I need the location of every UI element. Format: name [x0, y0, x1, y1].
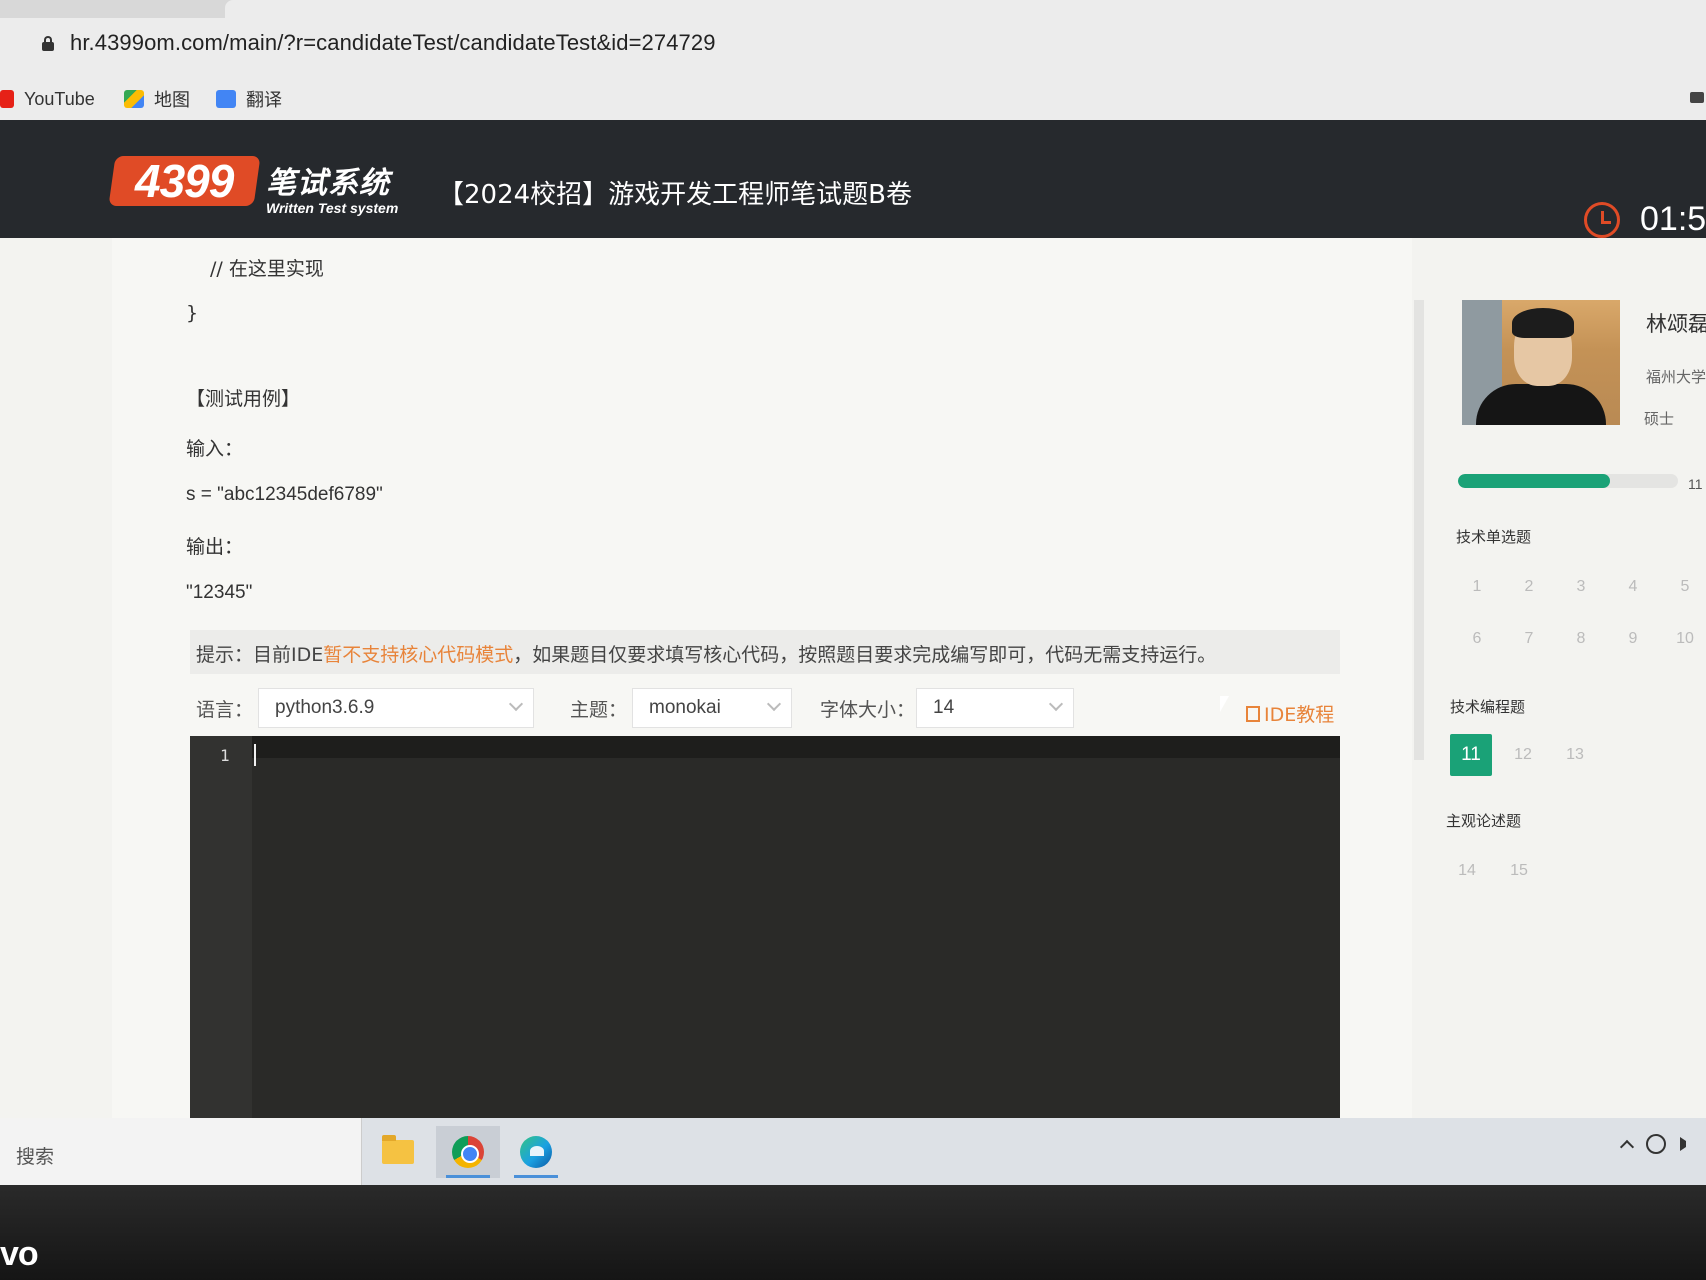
chevron-down-icon — [766, 696, 782, 712]
exam-title: 【2024校招】游戏开发工程师笔试题B卷 — [438, 180, 913, 210]
text-caret — [254, 744, 256, 766]
countdown-timer: 01:5 — [1640, 200, 1706, 238]
taskbar-edge[interactable] — [504, 1126, 568, 1178]
input-value: s = "abc12345def6789" — [186, 484, 383, 505]
edge-active-indicator — [514, 1175, 558, 1178]
question-number-3[interactable]: 3 — [1560, 566, 1602, 608]
tab-strip — [0, 0, 1706, 18]
maps-icon — [124, 90, 144, 108]
screen: hr.4399om.com/main/?r=candidateTest/cand… — [0, 0, 1706, 1185]
candidate-school: 福州大学 — [1646, 368, 1706, 386]
bookmark-translate[interactable]: 翻译 — [216, 86, 282, 112]
scrollbar[interactable] — [1414, 300, 1424, 760]
question-number-8[interactable]: 8 — [1560, 618, 1602, 660]
chevron-down-icon — [508, 696, 524, 712]
taskbar-chrome[interactable] — [436, 1126, 500, 1178]
bookmark-youtube[interactable]: YouTube — [0, 86, 95, 112]
folder-icon[interactable] — [1690, 92, 1704, 103]
alarm-clock-icon — [1584, 202, 1620, 238]
chevron-down-icon — [1048, 696, 1064, 712]
output-value: "12345" — [186, 582, 253, 603]
section-single-choice: 技术单选题 — [1456, 528, 1532, 546]
question-number-11[interactable]: 11 — [1450, 734, 1492, 776]
translate-icon — [216, 90, 236, 108]
output-label: 输出： — [186, 536, 244, 558]
speaker-icon[interactable] — [1680, 1137, 1694, 1151]
ide-tutorial-link[interactable]: IDE教程 — [1246, 700, 1334, 727]
question-number-15[interactable]: 15 — [1498, 850, 1540, 892]
candidate-degree: 硕士 — [1644, 410, 1675, 428]
candidate-webcam — [1462, 300, 1620, 425]
logo-zh: 笔试系统 — [266, 166, 390, 201]
chrome-icon — [452, 1136, 484, 1168]
bookmark-maps[interactable]: 地图 — [124, 86, 190, 112]
language-select[interactable]: python3.6.9 — [258, 688, 534, 728]
document-icon — [1246, 705, 1260, 722]
code-editor[interactable]: 1 — [190, 736, 1340, 1136]
question-number-12[interactable]: 12 — [1502, 734, 1544, 776]
theme-label: 主题： — [570, 698, 628, 721]
section-essay: 主观论述题 — [1446, 812, 1522, 830]
monitor-bezel — [0, 1185, 1706, 1280]
editor-gutter — [190, 736, 252, 1136]
hint-warning: 暂不支持核心代码模式 — [323, 644, 514, 666]
hint-prefix: 提示：目前IDE — [196, 644, 324, 666]
edge-icon — [520, 1136, 552, 1168]
font-size-label: 字体大小： — [820, 698, 916, 721]
input-label: 输入： — [186, 438, 244, 460]
section-programming: 技术编程题 — [1450, 698, 1526, 716]
hint-suffix: ，如果题目仅要求填写核心代码，按照题目要求完成编写即可，代码无需支持运行。 — [513, 644, 1217, 666]
question-number-4[interactable]: 4 — [1612, 566, 1654, 608]
mouse-pointer-icon — [1218, 694, 1230, 714]
ide-tutorial-label: IDE教程 — [1264, 704, 1335, 726]
language-label: 语言： — [196, 698, 254, 721]
question-number-9[interactable]: 9 — [1612, 618, 1654, 660]
language-value: python3.6.9 — [275, 697, 375, 718]
question-number-1[interactable]: 1 — [1456, 566, 1498, 608]
answer-progress-bar — [1458, 474, 1678, 488]
logo-text: 笔试系统 Written Test system — [266, 158, 398, 216]
progress-fill — [1458, 474, 1610, 488]
chevron-up-icon[interactable] — [1619, 1139, 1635, 1155]
taskbar-file-explorer[interactable] — [366, 1126, 430, 1178]
taskbar-search-placeholder: 搜索 — [16, 1146, 55, 1168]
font-size-value: 14 — [933, 697, 955, 718]
code-comment: // 在这里实现 — [210, 258, 324, 280]
font-size-select[interactable]: 14 — [916, 688, 1074, 728]
globe-icon[interactable] — [1646, 1134, 1666, 1154]
logo-en: Written Test system — [266, 200, 399, 216]
url-text[interactable]: hr.4399om.com/main/?r=candidateTest/cand… — [70, 30, 716, 56]
candidate-name: 林颂磊 — [1646, 312, 1706, 336]
logo[interactable]: 4399 — [108, 155, 261, 207]
theme-select[interactable]: monokai — [632, 688, 792, 728]
question-number-5[interactable]: 5 — [1664, 566, 1706, 608]
folder-icon — [382, 1135, 414, 1164]
editor-active-line — [190, 736, 1340, 758]
ide-hint: 提示：目前IDE暂不支持核心代码模式，如果题目仅要求填写核心代码，按照题目要求完… — [190, 630, 1340, 674]
active-tab[interactable] — [225, 0, 1706, 18]
chrome-active-indicator — [446, 1175, 490, 1178]
taskbar-search[interactable] — [0, 1118, 362, 1185]
question-number-2[interactable]: 2 — [1508, 566, 1550, 608]
lock-icon[interactable] — [42, 36, 54, 51]
bookmark-label: 翻译 — [246, 90, 282, 110]
theme-value: monokai — [649, 697, 721, 718]
youtube-icon — [0, 90, 14, 108]
bookmark-label: 地图 — [154, 90, 190, 110]
progress-label: 11 — [1688, 476, 1703, 492]
line-number: 1 — [220, 746, 230, 765]
question-number-14[interactable]: 14 — [1446, 850, 1488, 892]
code-brace: } — [186, 302, 199, 324]
system-tray — [1619, 1134, 1694, 1155]
monitor-brand-logo: vo — [0, 1235, 39, 1273]
bookmark-label: YouTube — [24, 88, 95, 109]
test-case-title: 【测试用例】 — [186, 388, 301, 410]
question-number-13[interactable]: 13 — [1554, 734, 1596, 776]
question-number-6[interactable]: 6 — [1456, 618, 1498, 660]
question-number-7[interactable]: 7 — [1508, 618, 1550, 660]
logo-number: 4399 — [135, 155, 234, 207]
question-number-10[interactable]: 10 — [1664, 618, 1706, 660]
